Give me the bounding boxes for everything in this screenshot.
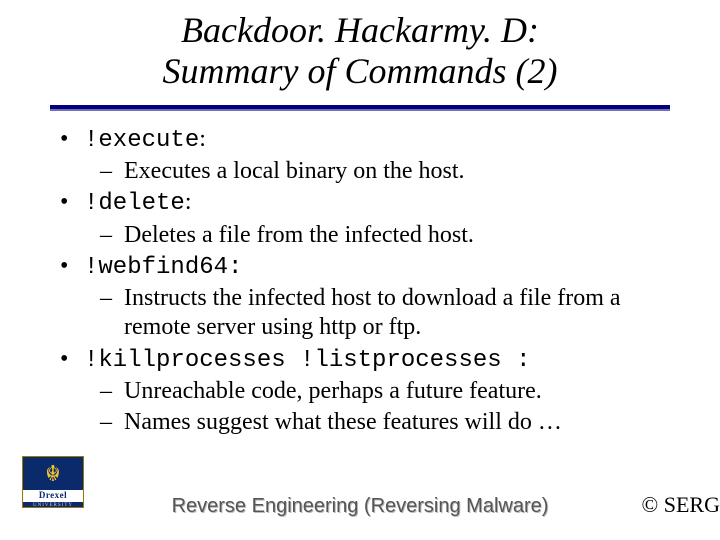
sub-text: Deletes a file from the infected host. — [124, 221, 474, 250]
colon: : — [199, 126, 206, 152]
bullet-text: !killprocesses !listprocesses : — [84, 345, 530, 375]
bullet-dot-icon: • — [60, 345, 84, 375]
sub-text: Instructs the infected host to download … — [124, 284, 670, 343]
command-name: !delete — [84, 190, 185, 217]
slide-title: Backdoor. Hackarmy. D: Summary of Comman… — [0, 0, 720, 99]
title-line-2: Summary of Commands (2) — [163, 51, 558, 91]
sub-text: Names suggest what these features will d… — [124, 408, 562, 437]
colon: : — [516, 347, 530, 374]
footer-center: Reverse Engineering (Reversing Malware) — [0, 495, 720, 518]
bullet-item: • !killprocesses !listprocesses : — [60, 345, 670, 375]
colon: : — [185, 189, 192, 215]
dash-icon: – — [100, 221, 124, 250]
title-rule — [50, 105, 670, 111]
sub-item: – Unreachable code, perhaps a future fea… — [100, 377, 670, 406]
sub-item: – Names suggest what these features will… — [100, 408, 670, 437]
sub-item: – Deletes a file from the infected host. — [100, 221, 670, 250]
bullet-dot-icon: • — [60, 252, 84, 282]
dash-icon: – — [100, 157, 124, 186]
bullet-dot-icon: • — [60, 188, 84, 218]
dash-icon: – — [100, 377, 124, 406]
bullet-text: !webfind64: — [84, 252, 242, 282]
slide-body: • !execute: – Executes a local binary on… — [0, 125, 720, 438]
bullet-dot-icon: • — [60, 125, 84, 155]
title-line-1: Backdoor. Hackarmy. D: — [181, 10, 539, 50]
bullet-item: • !webfind64: — [60, 252, 670, 282]
slide: Backdoor. Hackarmy. D: Summary of Comman… — [0, 0, 720, 540]
sub-text: Unreachable code, perhaps a future featu… — [124, 377, 542, 406]
footer-right: © SERG — [642, 492, 720, 518]
footer: ☬ Drexel UNIVERSITY Reverse Engineering … — [0, 468, 720, 528]
bullet-item: • !execute: — [60, 125, 670, 155]
sub-item: – Executes a local binary on the host. — [100, 157, 670, 186]
sub-text: Executes a local binary on the host. — [124, 157, 465, 186]
command-name: !webfind64 — [84, 254, 228, 281]
bullet-text: !delete: — [84, 188, 192, 218]
command-name: !killprocesses !listprocesses — [84, 347, 516, 374]
colon: : — [228, 254, 242, 281]
command-name: !execute — [84, 127, 199, 154]
dash-icon: – — [100, 284, 124, 343]
dragon-icon: ☬ — [23, 457, 83, 490]
dash-icon: – — [100, 408, 124, 437]
bullet-text: !execute: — [84, 125, 206, 155]
bullet-item: • !delete: — [60, 188, 670, 218]
sub-item: – Instructs the infected host to downloa… — [100, 284, 670, 343]
